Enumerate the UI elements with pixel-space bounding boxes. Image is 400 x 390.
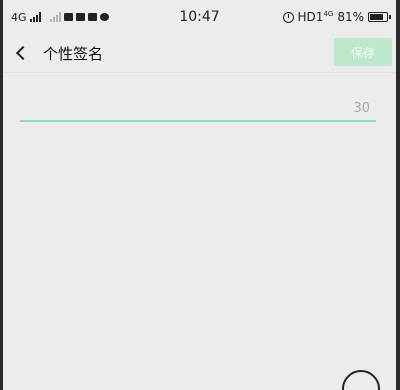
chat-notification-icon bbox=[99, 13, 109, 21]
top-app-bar: 个性签名 保存 bbox=[3, 34, 396, 72]
signature-input[interactable] bbox=[20, 96, 376, 120]
header-divider bbox=[3, 72, 396, 73]
signature-field: 30 bbox=[20, 96, 376, 122]
battery-icon bbox=[368, 12, 391, 22]
video-notification-icon bbox=[63, 13, 73, 21]
back-button[interactable] bbox=[3, 34, 37, 72]
hd-label: HD14G bbox=[297, 10, 334, 24]
signal-strength-2-icon bbox=[49, 12, 61, 22]
character-counter: 30 bbox=[353, 101, 370, 116]
signal-strength-icon bbox=[29, 12, 41, 22]
save-button[interactable]: 保存 bbox=[334, 38, 392, 66]
status-right: HD14G 81% bbox=[282, 10, 391, 24]
media-notification-icon bbox=[75, 13, 85, 21]
page-title: 个性签名 bbox=[43, 44, 104, 63]
floating-circle-icon bbox=[342, 370, 380, 390]
status-left: 4G bbox=[11, 11, 109, 24]
screen-frame-right bbox=[396, 0, 400, 390]
battery-percent: 81% bbox=[337, 10, 364, 24]
app-notification-icon bbox=[87, 13, 97, 21]
network-type-label: 4G bbox=[11, 10, 27, 24]
alarm-icon bbox=[282, 11, 294, 23]
chevron-left-icon bbox=[15, 45, 31, 61]
input-underline bbox=[20, 120, 376, 122]
status-bar: 4G 10:47 HD14G 81% bbox=[3, 0, 396, 34]
